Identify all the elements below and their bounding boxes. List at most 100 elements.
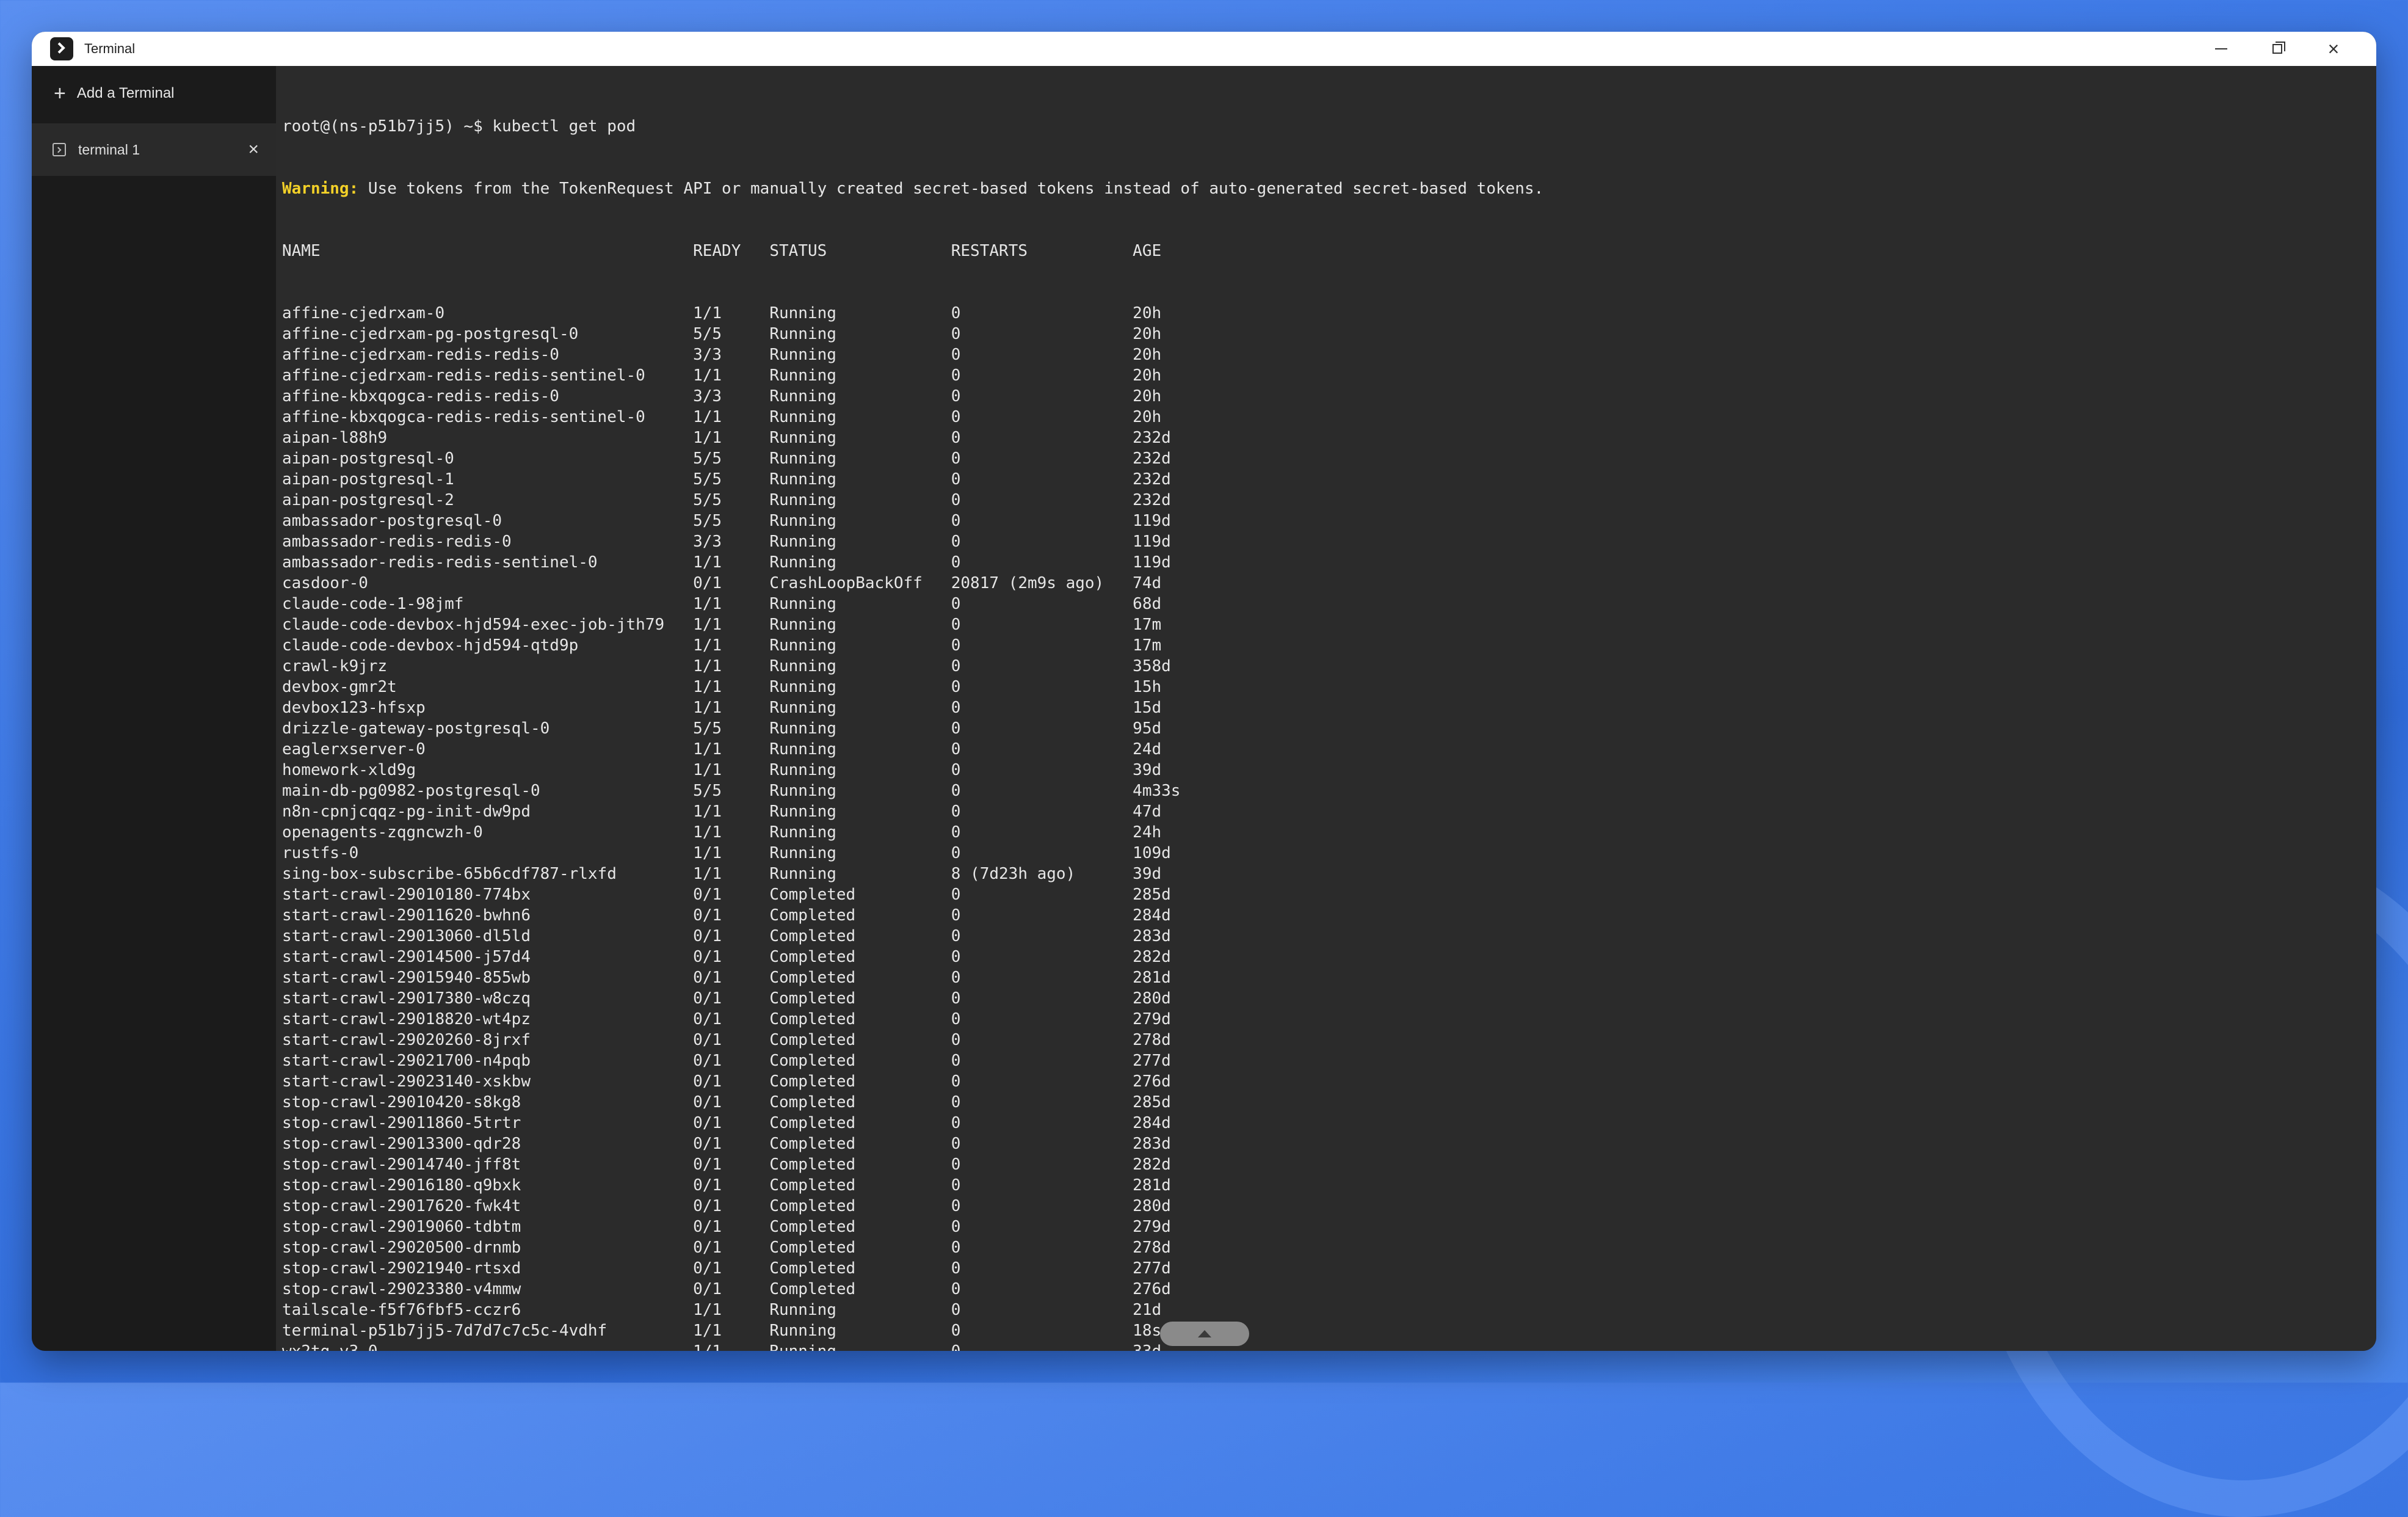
cell-age: 285d xyxy=(1133,886,1171,904)
cell-ready: 0/1 xyxy=(693,1052,770,1070)
cell-ready: 5/5 xyxy=(693,449,770,468)
cell-restarts: 0 xyxy=(951,595,1133,613)
cell-ready: 1/1 xyxy=(693,429,770,447)
table-row: stop-crawl-29020500-drnmb 0/1 Completed … xyxy=(282,1237,1543,1258)
add-terminal-button[interactable]: + Add a Terminal xyxy=(32,66,276,121)
table-row: aipan-l88h9 1/1 Running 0 232d xyxy=(282,427,1543,448)
cell-name: claude-code-devbox-hjd594-qtd9p xyxy=(282,636,694,655)
title-bar[interactable]: Terminal × xyxy=(32,32,2376,66)
cell-age: 119d xyxy=(1133,553,1171,572)
cell-restarts: 0 xyxy=(951,616,1133,634)
cell-status: Running xyxy=(769,325,951,343)
cell-restarts: 0 xyxy=(951,533,1133,551)
cell-age: 285d xyxy=(1133,1093,1171,1111)
cell-age: 284d xyxy=(1133,1114,1171,1132)
cell-name: start-crawl-29011620-bwhn6 xyxy=(282,906,694,925)
cell-name: start-crawl-29017380-w8czq xyxy=(282,989,694,1008)
table-row: wx2tg-v3-0 1/1 Running 0 33d xyxy=(282,1341,1543,1351)
table-row: stop-crawl-29019060-tdbtm 0/1 Completed … xyxy=(282,1217,1543,1237)
cell-status: Completed xyxy=(769,1135,951,1153)
table-row: ambassador-redis-redis-0 3/3 Running 0 1… xyxy=(282,531,1543,552)
cell-name: start-crawl-29023140-xskbw xyxy=(282,1072,694,1091)
cell-name: stop-crawl-29010420-s8kg8 xyxy=(282,1093,694,1111)
cell-age: 232d xyxy=(1133,470,1171,489)
restore-button[interactable] xyxy=(2249,32,2305,66)
table-row: rustfs-0 1/1 Running 0 109d xyxy=(282,843,1543,864)
table-row: homework-xld9g 1/1 Running 0 39d xyxy=(282,760,1543,780)
cell-name: claude-code-devbox-hjd594-exec-job-jth79 xyxy=(282,616,694,634)
cell-restarts: 0 xyxy=(951,927,1133,945)
table-row: start-crawl-29018820-wt4pz 0/1 Completed… xyxy=(282,1009,1543,1030)
table-row: start-crawl-29021700-n4pqb 0/1 Completed… xyxy=(282,1050,1543,1071)
cell-status: Completed xyxy=(769,1072,951,1091)
cell-status: Running xyxy=(769,865,951,883)
cell-restarts: 0 xyxy=(951,782,1133,800)
cell-restarts: 0 xyxy=(951,1259,1133,1278)
terminal-output[interactable]: root@(ns-p51b7jj5) ~$ kubectl get pod Wa… xyxy=(276,66,2376,1351)
cell-ready: 5/5 xyxy=(693,512,770,530)
cell-name: terminal-p51b7jj5-7d7d7c7c5c-4vdhf xyxy=(282,1322,694,1340)
table-row: start-crawl-29013060-dl5ld 0/1 Completed… xyxy=(282,926,1543,947)
cell-name: start-crawl-29021700-n4pqb xyxy=(282,1052,694,1070)
cell-age: 232d xyxy=(1133,429,1171,447)
cell-status: Completed xyxy=(769,1114,951,1132)
cell-name: aipan-postgresql-1 xyxy=(282,470,694,489)
cell-age: 68d xyxy=(1133,595,1162,613)
cell-ready: 5/5 xyxy=(693,470,770,489)
terminal-tab-icon xyxy=(53,143,66,156)
cell-restarts: 0 xyxy=(951,304,1133,322)
tab-terminal-1[interactable]: terminal 1 × xyxy=(32,123,276,176)
cell-name: stop-crawl-29019060-tdbtm xyxy=(282,1218,694,1236)
cell-age: 119d xyxy=(1133,533,1171,551)
minimize-button[interactable] xyxy=(2193,32,2249,66)
cell-restarts: 0 xyxy=(951,408,1133,426)
cell-ready: 1/1 xyxy=(693,553,770,572)
table-row: ambassador-postgresql-0 5/5 Running 0 11… xyxy=(282,511,1543,531)
cell-ready: 1/1 xyxy=(693,366,770,385)
cell-age: 47d xyxy=(1133,802,1162,821)
cell-status: Running xyxy=(769,678,951,696)
cell-name: casdoor-0 xyxy=(282,574,694,592)
cell-name: aipan-postgresql-0 xyxy=(282,449,694,468)
cell-restarts: 0 xyxy=(951,512,1133,530)
cell-age: 109d xyxy=(1133,844,1171,862)
cell-ready: 0/1 xyxy=(693,1218,770,1236)
cell-name: start-crawl-29013060-dl5ld xyxy=(282,927,694,945)
cell-ready: 0/1 xyxy=(693,989,770,1008)
cell-age: 20h xyxy=(1133,387,1162,406)
cell-restarts: 0 xyxy=(951,948,1133,966)
cell-name: aipan-l88h9 xyxy=(282,429,694,447)
cell-age: 232d xyxy=(1133,449,1171,468)
cell-ready: 0/1 xyxy=(693,1072,770,1091)
cell-name: affine-cjedrxam-pg-postgresql-0 xyxy=(282,325,694,343)
cell-restarts: 0 xyxy=(951,1052,1133,1070)
cell-restarts: 0 xyxy=(951,823,1133,842)
cell-age: 280d xyxy=(1133,989,1171,1008)
tab-close-icon[interactable]: × xyxy=(248,140,259,159)
cell-name: affine-kbxqogca-redis-redis-sentinel-0 xyxy=(282,408,694,426)
table-row: affine-cjedrxam-0 1/1 Running 0 20h xyxy=(282,303,1543,324)
close-window-button[interactable]: × xyxy=(2305,32,2362,66)
cell-age: 283d xyxy=(1133,1135,1171,1153)
cell-status: Running xyxy=(769,491,951,509)
cell-ready: 1/1 xyxy=(693,657,770,675)
scroll-up-handle[interactable] xyxy=(1160,1322,1249,1346)
cell-status: Completed xyxy=(769,886,951,904)
cell-ready: 0/1 xyxy=(693,906,770,925)
cell-status: Running xyxy=(769,699,951,717)
cell-name: stop-crawl-29017620-fwk4t xyxy=(282,1197,694,1215)
cell-restarts: 20817 (2m9s ago) xyxy=(951,574,1133,592)
cell-ready: 1/1 xyxy=(693,304,770,322)
column-header-name: NAME xyxy=(282,242,694,260)
command: kubectl get pod xyxy=(492,117,636,136)
cell-ready: 3/3 xyxy=(693,387,770,406)
cell-status: Completed xyxy=(769,969,951,987)
cell-ready: 5/5 xyxy=(693,491,770,509)
cell-ready: 0/1 xyxy=(693,1114,770,1132)
cell-age: 24d xyxy=(1133,740,1162,759)
cell-ready: 0/1 xyxy=(693,1031,770,1049)
table-row: affine-cjedrxam-redis-redis-0 3/3 Runnin… xyxy=(282,344,1543,365)
cell-age: 282d xyxy=(1133,1155,1171,1174)
cell-restarts: 0 xyxy=(951,699,1133,717)
cell-restarts: 0 xyxy=(951,1135,1133,1153)
